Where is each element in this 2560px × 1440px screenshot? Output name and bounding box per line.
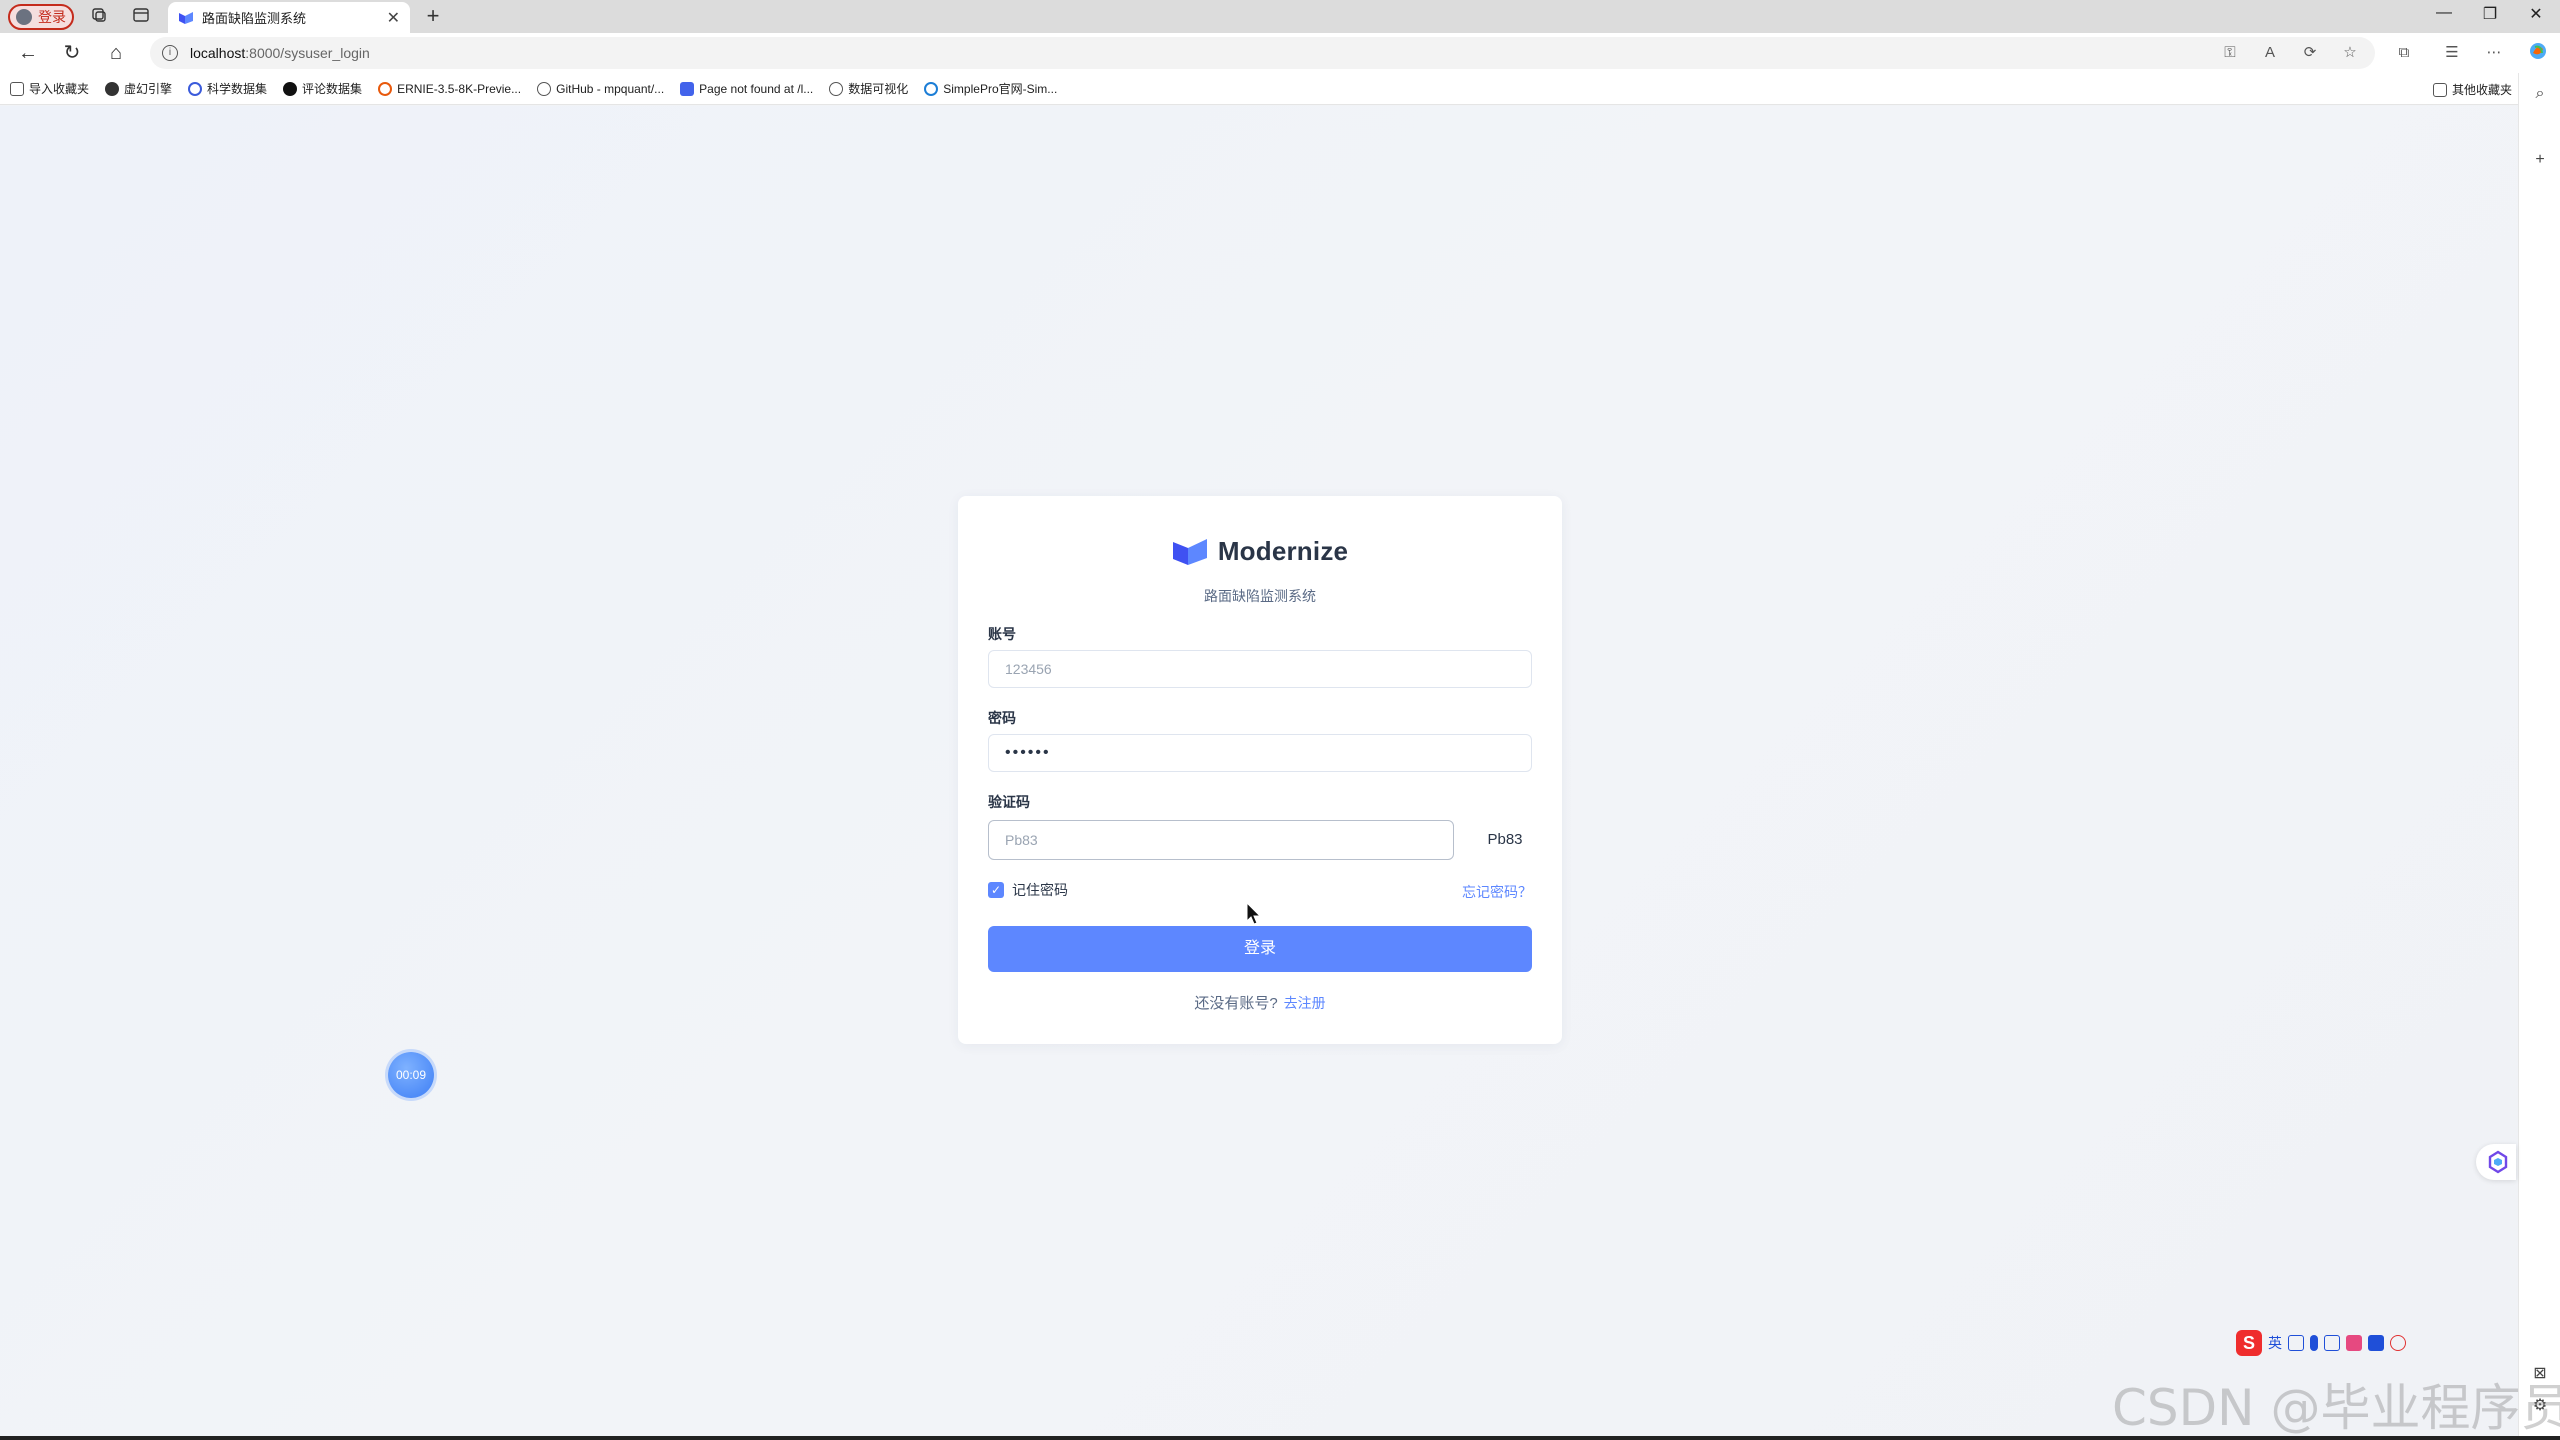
minimize-icon[interactable]: — <box>2424 4 2464 22</box>
favorites-list-icon[interactable]: ☰ <box>2440 41 2464 65</box>
tab-close-icon[interactable]: ✕ <box>387 8 400 28</box>
register-link[interactable]: 去注册 <box>1284 995 1326 1011</box>
ime-language[interactable]: 英 <box>2268 1333 2282 1353</box>
restore-icon[interactable]: ❐ <box>2470 4 2510 24</box>
bookmark-item[interactable]: 数据可视化 <box>829 80 908 97</box>
remember-label: 记住密码 <box>1012 882 1068 898</box>
profile-button[interactable]: 登录 <box>8 4 74 30</box>
modernize-logo-icon <box>1172 538 1207 565</box>
remember-checkbox[interactable]: ✓ <box>988 882 1004 898</box>
floating-assistant-button[interactable] <box>2476 1144 2516 1180</box>
taskbar-edge <box>0 1436 2560 1440</box>
globe-icon <box>829 81 844 96</box>
tab-active[interactable]: 路面缺陷监测系统 ✕ <box>168 2 410 33</box>
ime-extra-icon[interactable] <box>2390 1335 2406 1351</box>
keyboard-icon[interactable] <box>2324 1335 2340 1351</box>
bookmark-favicon-icon <box>924 81 939 96</box>
remember-password[interactable]: ✓ 记住密码 <box>988 880 1068 900</box>
csdn-watermark: CSDN @毕业程序员 <box>2112 1379 2560 1437</box>
address-bar[interactable]: i localhost:8000/sysuser_login <box>150 37 2375 69</box>
account-placeholder: 123456 <box>1005 661 1052 677</box>
bookmark-item[interactable]: ERNIE-3.5-8K-Previe... <box>378 81 521 96</box>
recording-timer[interactable]: 00:09 <box>388 1052 434 1098</box>
globe-icon <box>537 81 552 96</box>
profile-avatar-icon <box>16 9 32 25</box>
other-bookmarks[interactable]: 其他收藏夹 <box>2432 81 2512 98</box>
bookmark-item[interactable]: SimplePro官网-Sim... <box>924 80 1057 97</box>
account-label: 账号 <box>988 626 1016 642</box>
bookmarks-bar: 导入收藏夹 虚幻引擎 科学数据集 评论数据集 ERNIE-3.5-8K-Prev… <box>0 73 2560 105</box>
sync-icon[interactable]: ⟳ <box>2298 41 2322 65</box>
reload-icon[interactable]: ↻ <box>60 41 84 65</box>
account-input[interactable]: 123456 <box>988 650 1532 688</box>
sogou-logo-icon: S <box>2236 1330 2262 1356</box>
assistant-icon <box>2488 1150 2508 1174</box>
add-sidebar-icon[interactable]: + <box>2529 151 2551 173</box>
modernize-favicon-icon <box>179 11 193 24</box>
search-icon[interactable]: ⌕ <box>2529 85 2551 107</box>
brand: Modernize <box>958 536 1562 567</box>
workspaces-icon[interactable] <box>88 6 110 28</box>
home-icon[interactable]: ⌂ <box>104 41 128 65</box>
bookmark-item[interactable]: 科学数据集 <box>188 80 267 97</box>
register-prompt: 还没有账号? 去注册 <box>958 992 1562 1013</box>
skin-icon[interactable] <box>2346 1335 2362 1351</box>
forgot-password-link[interactable]: 忘记密码？ <box>1462 882 1532 902</box>
extensions-icon[interactable]: ⧉ <box>2392 41 2416 65</box>
bookmark-item[interactable]: 虚幻引擎 <box>105 80 172 97</box>
mouse-cursor-icon <box>1246 902 1262 925</box>
captcha-label: 验证码 <box>988 794 1030 810</box>
back-icon[interactable]: ← <box>16 41 40 65</box>
bookmark-item[interactable]: GitHub - mpquant/... <box>537 81 664 96</box>
new-tab-button[interactable]: + <box>420 4 446 30</box>
brand-name: Modernize <box>1217 536 1349 566</box>
translate-icon[interactable]: A <box>2258 41 2282 65</box>
url-path: :8000/sysuser_login <box>245 45 370 61</box>
password-input[interactable]: •••••• <box>988 734 1532 772</box>
bookmark-item[interactable]: 评论数据集 <box>283 80 362 97</box>
copilot-icon[interactable] <box>2526 41 2550 65</box>
favorite-star-icon[interactable]: ☆ <box>2338 41 2362 65</box>
password-mask: •••••• <box>1005 744 1051 761</box>
toolbox-icon[interactable] <box>2368 1335 2384 1351</box>
folder-icon <box>2432 82 2447 97</box>
bookmark-favicon-icon <box>105 81 120 96</box>
captcha-input[interactable]: Pb83 <box>988 820 1454 860</box>
bookmark-favicon-icon <box>188 81 203 96</box>
microphone-icon[interactable] <box>2310 1335 2318 1351</box>
more-menu-icon[interactable]: ⋯ <box>2482 41 2506 65</box>
no-account-text: 还没有账号? <box>1194 995 1278 1012</box>
bookmark-favicon-icon <box>680 81 695 96</box>
system-subtitle: 路面缺陷监测系统 <box>1204 588 1316 604</box>
folder-icon <box>10 81 24 96</box>
url-host: localhost <box>190 45 246 61</box>
tab-actions-icon[interactable] <box>130 6 152 28</box>
key-icon[interactable]: ⚿ <box>2218 41 2242 65</box>
page-background: Modernize 路面缺陷监测系统 账号 123456 密码 •••••• 验… <box>0 106 2518 1436</box>
site-info-icon[interactable]: i <box>162 45 178 61</box>
browser-sidebar: ⌕ + ⊠ ⚙ <box>2518 73 2560 1440</box>
address-bar-row: ← ↻ ⌂ i localhost:8000/sysuser_login ⚿ A… <box>0 33 2560 73</box>
ime-toolbar[interactable]: S 英 <box>2236 1330 2406 1356</box>
github-icon <box>283 81 298 96</box>
bookmark-favicon-icon <box>378 81 393 96</box>
captcha-placeholder: Pb83 <box>1005 832 1038 848</box>
punctuation-icon[interactable] <box>2288 1335 2304 1351</box>
login-card: Modernize 路面缺陷监测系统 账号 123456 密码 •••••• 验… <box>958 496 1562 1044</box>
login-button[interactable]: 登录 <box>988 926 1532 972</box>
browser-titlebar: 登录 路面缺陷监测系统 ✕ + — ❐ ✕ <box>0 0 2560 33</box>
profile-label: 登录 <box>38 9 66 25</box>
password-label: 密码 <box>988 710 1016 726</box>
bookmark-item[interactable]: 导入收藏夹 <box>10 80 89 97</box>
tab-title: 路面缺陷监测系统 <box>202 11 307 26</box>
captcha-image[interactable]: Pb83 <box>1478 820 1532 860</box>
window-close-icon[interactable]: ✕ <box>2516 4 2556 24</box>
bookmark-item[interactable]: Page not found at /l... <box>680 81 813 96</box>
